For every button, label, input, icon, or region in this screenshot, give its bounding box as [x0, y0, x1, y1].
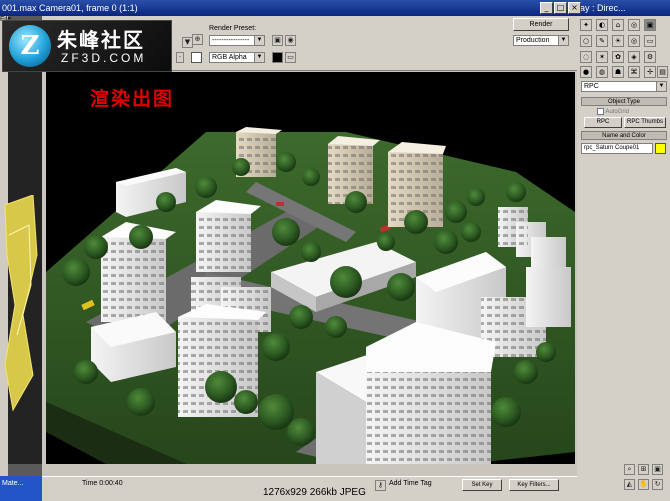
clone-icon[interactable]: · — [176, 52, 184, 63]
render-preset-label: Render Preset: — [209, 25, 257, 32]
shapes-icon[interactable]: ✎ — [596, 35, 608, 47]
time-label: Time 0:00:40 — [82, 480, 123, 487]
chevron-down-icon: ▼ — [558, 36, 568, 45]
category-dropdown[interactable]: RPC ▼ — [581, 81, 667, 92]
checkbox-icon — [597, 108, 604, 115]
city-render — [46, 127, 575, 464]
motion-tab-icon[interactable]: ◎ — [628, 19, 640, 31]
cameras-icon[interactable]: ◎ — [628, 35, 640, 47]
channel-dropdown[interactable]: RGB Alpha ▼ — [209, 52, 265, 63]
tool-d-icon[interactable]: ● — [580, 66, 592, 78]
command-panel: ✦ ◐ ⌂ ◎ ▣ ○ ✎ ☀ ◎ ▭ ◌ ✶ ✿ ◈ ⚙ ● ◍ ☗ ⌘ ✢ … — [577, 16, 670, 501]
set-key-button[interactable]: Set Key — [462, 479, 502, 491]
image-caption: 1276x929 266kb JPEG — [260, 487, 369, 498]
lights-icon[interactable]: ☀ — [612, 35, 624, 47]
panel-empty-area — [581, 156, 667, 456]
tool-e-icon[interactable]: ◍ — [596, 66, 608, 78]
modify-tab-icon[interactable]: ◐ — [596, 19, 608, 31]
dropdown-arrow-icon[interactable]: ▼ — [182, 37, 193, 48]
tool-a-icon[interactable]: ✿ — [612, 51, 624, 63]
site-logo: Z 朱峰社区 ZF3D.COM — [2, 20, 172, 72]
production-dropdown[interactable]: Production ▼ — [513, 35, 569, 46]
logo-english-text: ZF3D.COM — [61, 51, 147, 65]
autogrid-label: AutoGrid — [605, 109, 630, 116]
chevron-down-icon: ▼ — [254, 53, 264, 62]
taskbar-item[interactable]: Mate... — [0, 476, 42, 501]
preset-save-icon[interactable]: ▣ — [272, 35, 283, 46]
zoom-all-icon[interactable]: ⊞ — [638, 464, 649, 475]
helpers-icon[interactable]: ▭ — [644, 35, 656, 47]
display-tab-icon[interactable]: ▣ — [644, 19, 656, 31]
geometry-icon[interactable]: ○ — [580, 35, 592, 47]
zoom-extents-icon[interactable]: ▣ — [652, 464, 663, 475]
tool-b-icon[interactable]: ◈ — [628, 51, 640, 63]
autogrid-checkbox[interactable]: AutoGrid — [597, 108, 629, 115]
tool-i-icon[interactable]: ▤ — [657, 66, 668, 78]
tool-f-icon[interactable]: ☗ — [612, 66, 624, 78]
taskbar-label: Mate... — [2, 480, 24, 487]
clear-icon[interactable]: ▭ — [285, 52, 296, 63]
object-type-rollout[interactable]: Object Type — [581, 97, 667, 106]
chevron-down-icon: ▼ — [254, 36, 264, 45]
preset-load-icon[interactable]: ◉ — [285, 35, 296, 46]
add-time-tag[interactable]: Add Time Tag — [389, 480, 432, 487]
color-swatch-white[interactable] — [191, 52, 202, 63]
tool-g-icon[interactable]: ⌘ — [628, 66, 640, 78]
viewport-geometry — [4, 195, 38, 412]
fov-icon[interactable]: ◭ — [624, 479, 635, 490]
chevron-down-icon: ▼ — [656, 82, 666, 91]
hierarchy-tab-icon[interactable]: ⌂ — [612, 19, 624, 31]
systems-icon[interactable]: ✶ — [596, 51, 608, 63]
title-right: ay : Direc... — [580, 3, 626, 13]
object-name-field[interactable]: rpc_Saturn Coupe01 — [581, 143, 653, 154]
object-color-swatch[interactable] — [655, 143, 666, 154]
logo-chinese-text: 朱峰社区 — [57, 28, 145, 52]
key-icon[interactable]: ⚷ — [375, 480, 386, 491]
name-color-rollout[interactable]: Name and Color — [581, 131, 667, 140]
title-left: 001.max Camera01, frame 0 (1:1) — [2, 3, 138, 13]
space-warps-icon[interactable]: ◌ — [580, 51, 592, 63]
create-tab-icon[interactable]: ✦ — [580, 19, 592, 31]
key-filters-button[interactable]: Key Filters... — [509, 479, 559, 491]
lock-icon[interactable]: ⊕ — [192, 34, 203, 45]
render-preset-dropdown[interactable]: ---------------- ▼ — [209, 35, 265, 46]
logo-z-icon: Z — [9, 25, 51, 67]
rpc-button[interactable]: RPC — [584, 117, 622, 128]
rpc-thumbs-button[interactable]: RPC Thumbs — [624, 117, 666, 128]
close-button[interactable]: × — [568, 2, 581, 14]
maximize-button[interactable]: □ — [554, 2, 567, 14]
tool-c-icon[interactable]: ⚙ — [644, 51, 656, 63]
display-channel-icon[interactable] — [272, 52, 283, 63]
tool-h-icon[interactable]: ✢ — [644, 66, 656, 78]
orbit-icon[interactable]: ↻ — [652, 479, 663, 490]
render-button[interactable]: Render — [513, 18, 569, 31]
scene-title: 渲染出图 — [90, 88, 175, 110]
rendered-scene: 渲染出图 — [46, 72, 575, 464]
zoom-icon[interactable]: ⌕ — [624, 464, 635, 475]
minimize-button[interactable]: _ — [540, 2, 553, 14]
pan-icon[interactable]: ✋ — [638, 479, 649, 490]
